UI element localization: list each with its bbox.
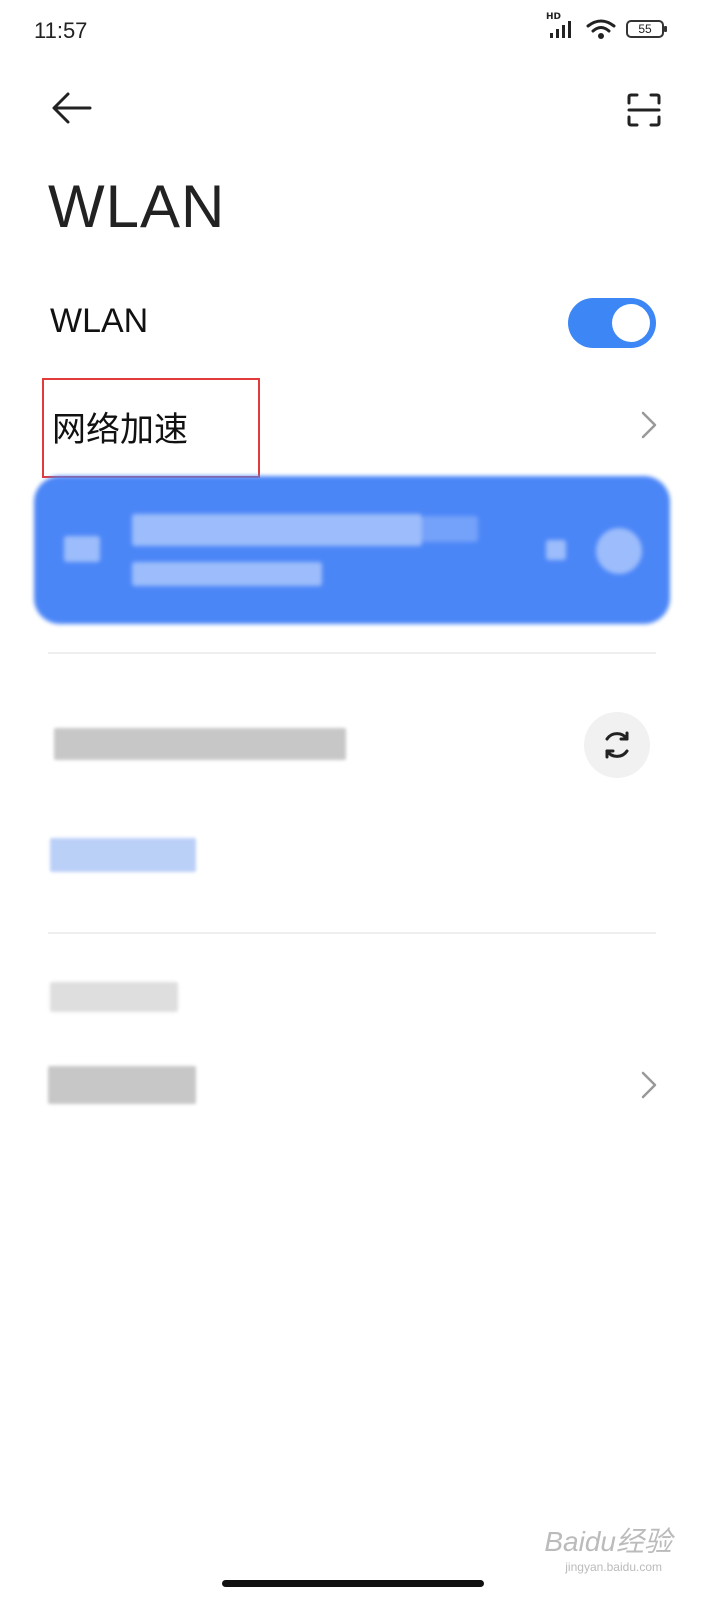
available-networks-label-redacted — [54, 728, 346, 760]
chevron-right-icon[interactable] — [638, 410, 660, 440]
highlight-annotation-box — [42, 378, 260, 478]
qr-scan-icon — [627, 93, 661, 127]
refresh-icon — [605, 731, 629, 759]
wifi-icon — [586, 19, 616, 39]
lock-icon — [546, 540, 566, 560]
toggle-knob — [612, 304, 650, 342]
advanced-settings-label-redacted[interactable] — [48, 1066, 196, 1104]
network-badge-redacted — [422, 516, 478, 542]
hd-badge: HD — [546, 12, 562, 22]
home-indicator[interactable] — [222, 1580, 484, 1587]
divider — [48, 652, 656, 654]
connected-network-card[interactable] — [34, 476, 670, 624]
wifi-icon — [64, 536, 100, 562]
status-icons: HD 55 — [546, 12, 667, 40]
add-network-link-redacted[interactable] — [50, 838, 196, 872]
wlan-toggle-label: WLAN — [50, 302, 149, 340]
more-settings-header-redacted — [50, 982, 178, 1012]
chevron-right-icon[interactable] — [638, 1070, 660, 1100]
back-button[interactable] — [48, 88, 96, 128]
arrow-left-icon — [52, 92, 92, 124]
network-status-redacted — [132, 562, 322, 586]
status-time: 11:57 — [34, 18, 88, 43]
wlan-toggle[interactable] — [568, 298, 656, 348]
page-title: WLAN — [48, 173, 226, 240]
divider — [48, 932, 656, 934]
network-name-redacted — [132, 514, 422, 546]
watermark-brand: Baidu经验 — [544, 1526, 672, 1557]
refresh-button[interactable] — [584, 712, 650, 778]
cellular-signal-icon: HD — [546, 12, 576, 40]
watermark-url: jingyan.baidu.com — [565, 1560, 662, 1574]
battery-icon: 55 — [626, 20, 667, 38]
network-detail-icon[interactable] — [596, 528, 642, 574]
scan-button[interactable] — [626, 92, 662, 128]
